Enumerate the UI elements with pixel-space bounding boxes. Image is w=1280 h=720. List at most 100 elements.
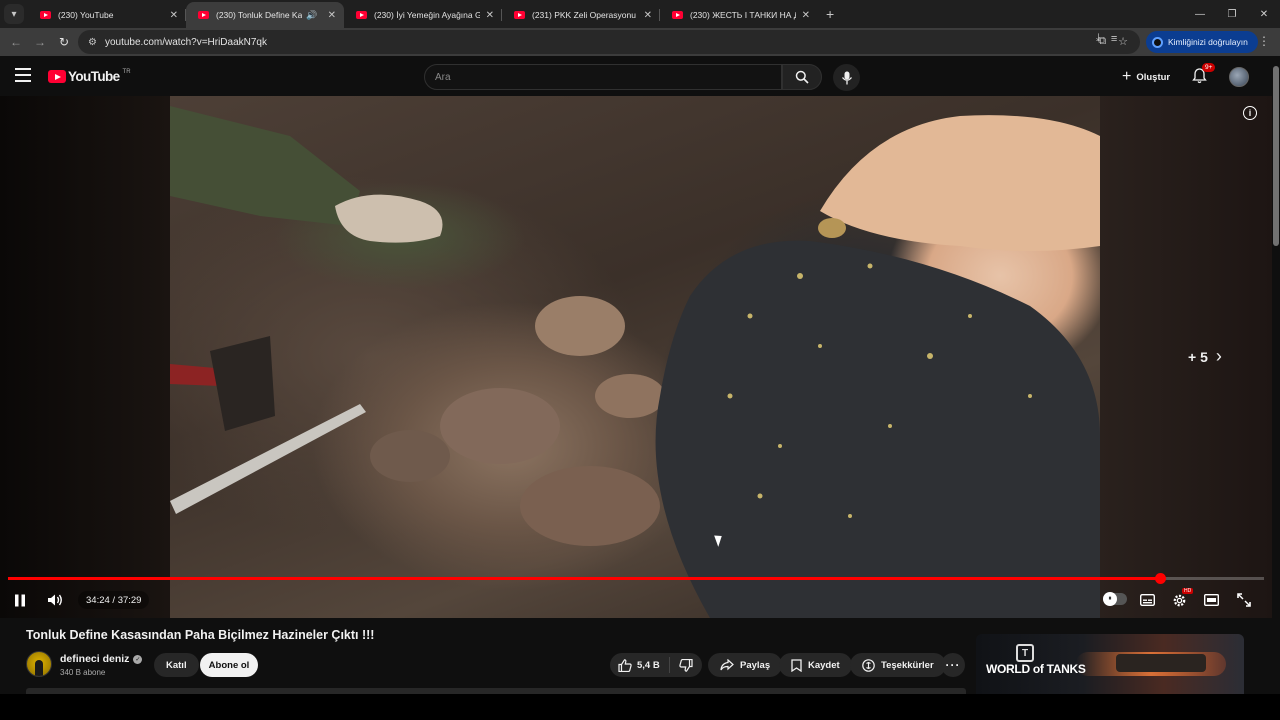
browser-menu-icon[interactable]: ⋮	[1258, 34, 1270, 48]
pause-button[interactable]	[14, 591, 26, 609]
browser-tab[interactable]: (231) PKK Zeli Operasyonu | 19 ✕	[502, 2, 660, 28]
create-button[interactable]: + Oluştur	[1116, 64, 1176, 90]
voice-search-button[interactable]	[833, 64, 860, 91]
browser-tab[interactable]: (230) ЖЕСТЬ І ТАНКИ НА ДОРО ✕	[660, 2, 818, 28]
video-rock	[520, 466, 660, 546]
window-close-icon[interactable]: ✕	[1248, 0, 1280, 28]
youtube-favicon-icon	[198, 11, 209, 19]
subscribe-button[interactable]: Abone ol	[200, 653, 258, 677]
guide-menu-icon[interactable]	[15, 68, 31, 82]
tab-close-icon[interactable]: ✕	[644, 10, 652, 21]
subscribe-label: Abone ol	[208, 659, 250, 671]
dislike-icon	[679, 658, 693, 672]
more-actions-button[interactable]: ···	[941, 653, 965, 677]
tab-close-icon[interactable]: ✕	[802, 10, 810, 21]
settings-icon	[1173, 594, 1186, 606]
tab-close-icon[interactable]: ✕	[328, 10, 336, 21]
youtube-favicon-icon	[514, 11, 525, 19]
mic-icon	[841, 71, 852, 84]
join-button[interactable]: Katıl	[154, 653, 199, 677]
browser-tab-active[interactable]: (230) Tonluk Define Kasasından 🔊 ✕	[186, 2, 344, 28]
site-info-icon[interactable]: ⚙	[88, 37, 97, 48]
browser-tab[interactable]: (230) YouTube ✕	[28, 2, 186, 28]
bottom-strip	[0, 694, 1280, 720]
tab-title: (230) Tonluk Define Kasasından	[216, 10, 303, 20]
mute-button[interactable]	[47, 591, 64, 609]
thanks-button[interactable]: Teşekkürler	[850, 653, 946, 677]
subtitles-icon	[1140, 594, 1155, 606]
media-control-icon[interactable]: ≡	[1111, 33, 1117, 45]
browser-tabstrip: ▾ (230) YouTube ✕ (230) Tonluk Define Ka…	[0, 0, 1280, 28]
scrollbar-thumb[interactable]	[1273, 66, 1279, 246]
tab-title: (230) İyi Yemeğin Ayağına Gidin	[374, 10, 480, 20]
forward-icon[interactable]: →	[28, 35, 52, 49]
ad-emblem-icon: T	[1016, 644, 1034, 662]
progress-scrubber[interactable]	[1154, 573, 1166, 584]
ambient-glow-right	[1100, 96, 1272, 618]
pause-icon	[15, 594, 25, 606]
reload-icon[interactable]: ↻	[52, 35, 76, 49]
dislike-button[interactable]	[670, 658, 702, 672]
minimize-icon[interactable]: —	[1184, 0, 1216, 28]
save-icon	[791, 658, 802, 672]
thanks-icon	[862, 658, 875, 672]
thanks-label: Teşekkürler	[881, 659, 934, 671]
bookmark-star-icon[interactable]: ☆	[1118, 35, 1128, 48]
youtube-favicon-icon	[356, 11, 367, 19]
create-label: Oluştur	[1136, 71, 1171, 83]
video-rock	[595, 374, 665, 418]
video-frame[interactable]	[170, 96, 1100, 618]
video-scene	[170, 106, 1100, 618]
video-hand-shape	[820, 115, 1100, 252]
tab-title: (230) YouTube	[58, 10, 114, 20]
browser-tab[interactable]: (230) İyi Yemeğin Ayağına Gidin ✕	[344, 2, 502, 28]
notifications-button[interactable]: 9+	[1192, 63, 1216, 89]
like-count: 5,4 B	[637, 659, 660, 671]
back-icon[interactable]: ←	[4, 35, 28, 49]
youtube-logo[interactable]: YouTube TR	[48, 69, 131, 84]
seek-forward-button[interactable]: + 5 ›	[1188, 346, 1222, 367]
profile-dot-icon	[1152, 36, 1163, 48]
autoplay-toggle[interactable]	[1103, 592, 1127, 606]
settings-button[interactable]: HD	[1172, 588, 1194, 609]
restore-icon[interactable]: ❐	[1216, 0, 1248, 28]
hd-badge: HD	[1182, 588, 1194, 594]
save-button[interactable]: Kaydet	[779, 653, 852, 677]
address-bar[interactable]: ⚙ youtube.com/watch?v=HriDaakN7qk ⧉ ☆	[78, 30, 1140, 54]
tab-close-icon[interactable]: ✕	[170, 10, 178, 21]
channel-name: defineci deniz	[60, 653, 130, 665]
like-dislike-group: 5,4 B	[610, 653, 702, 677]
account-avatar[interactable]	[1229, 67, 1249, 87]
page-scrollbar[interactable]	[1272, 56, 1280, 694]
tab-search-button[interactable]: ▾	[4, 4, 24, 24]
video-title: Tonluk Define Kasasından Paha Biçilmez H…	[26, 628, 375, 642]
search-button[interactable]	[782, 64, 822, 90]
share-button[interactable]: Paylaş	[708, 653, 783, 677]
tab-title: (231) PKK Zeli Operasyonu | 19	[532, 10, 638, 20]
progress-played	[8, 577, 1160, 580]
new-tab-icon[interactable]: +	[826, 6, 834, 22]
search-input[interactable]: Ara	[424, 64, 782, 90]
tab-title: (230) ЖЕСТЬ І ТАНКИ НА ДОРО	[690, 10, 796, 20]
verify-identity-button[interactable]: Kimliğinizi doğrulayın	[1146, 31, 1258, 53]
subtitles-button[interactable]	[1140, 591, 1155, 609]
video-sleeve-shape	[170, 106, 360, 226]
info-icon[interactable]: i	[1243, 106, 1257, 120]
fullscreen-icon	[1237, 593, 1251, 607]
video-rock	[535, 296, 625, 356]
download-icon[interactable]: ⤓	[1096, 32, 1101, 45]
fullscreen-button[interactable]	[1237, 591, 1251, 609]
video-rock	[440, 388, 560, 464]
youtube-favicon-icon	[40, 11, 51, 19]
like-button[interactable]: 5,4 B	[610, 657, 670, 673]
progress-bar[interactable]	[8, 573, 1264, 584]
channel-avatar[interactable]	[26, 651, 52, 677]
video-player[interactable]: i + 5 › 34:24 / 37:29 HD	[0, 96, 1272, 618]
ad-banner[interactable]: T WORLD of TANKS	[976, 634, 1244, 694]
country-code: TR	[122, 69, 131, 75]
tab-audio-icon[interactable]: 🔊	[306, 10, 317, 21]
toolbar-right: ⤓ ≡	[1096, 32, 1117, 45]
miniplayer-button[interactable]	[1204, 591, 1219, 609]
tab-close-icon[interactable]: ✕	[486, 10, 494, 21]
channel-name-link[interactable]: defineci deniz ✓	[60, 653, 143, 665]
